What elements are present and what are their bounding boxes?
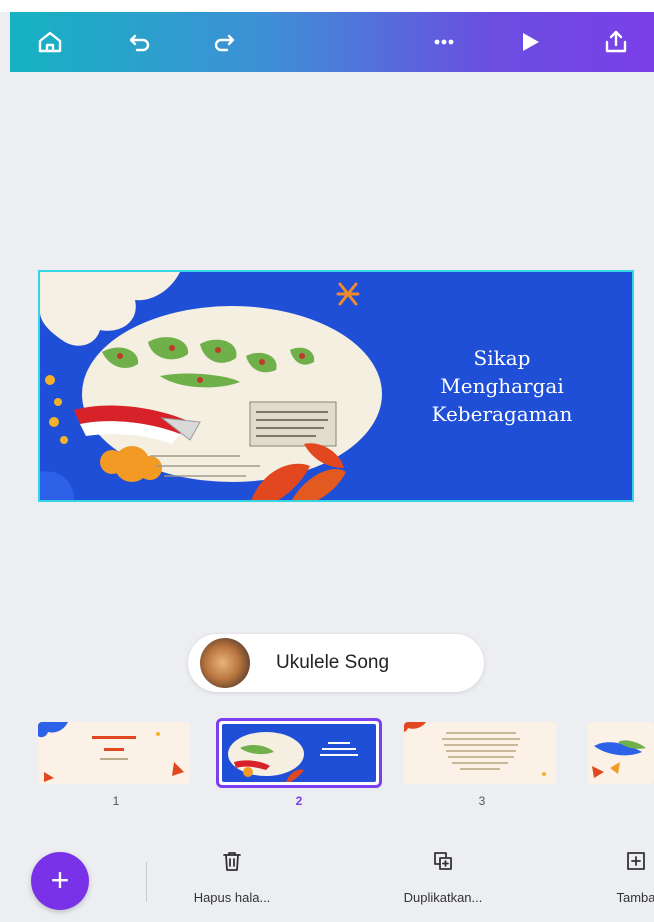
- page-thumbnail-1[interactable]: [38, 722, 190, 784]
- thumbnail-artwork: [592, 740, 646, 778]
- slide-title-line-2: Menghargai: [440, 374, 564, 398]
- trash-icon: [223, 852, 241, 871]
- page-thumbnail-2[interactable]: [216, 718, 382, 788]
- divider: [146, 862, 147, 902]
- duplicate-icon: [434, 852, 452, 870]
- page-thumbnail-4[interactable]: [588, 722, 654, 784]
- music-title: Ukulele Song: [276, 652, 390, 673]
- present-button[interactable]: [512, 24, 548, 60]
- spark-decor: [336, 282, 360, 306]
- thumbnail-artwork: [404, 722, 546, 776]
- thumbnail-artwork: [228, 732, 358, 782]
- decor-dot: [45, 375, 55, 385]
- decor-dot: [60, 436, 68, 444]
- more-icon: [434, 39, 454, 45]
- map-text-box: [249, 401, 337, 447]
- thumbnail-artwork: [38, 722, 184, 782]
- undo-button[interactable]: [122, 24, 158, 60]
- add-page-label: Tamba: [616, 890, 654, 905]
- page-thumbnails: 1 2 3: [0, 716, 654, 808]
- page-number-2: 2: [295, 794, 303, 808]
- page-thumbnail-3[interactable]: [404, 722, 556, 784]
- add-page-icon: [627, 852, 645, 870]
- music-chip[interactable]: Ukulele Song: [188, 634, 484, 692]
- page-number-1: 1: [112, 794, 120, 808]
- decor-blob: [40, 471, 74, 500]
- add-element-button[interactable]: +: [31, 852, 89, 910]
- bottom-action-bar: + Hapus hala... Duplikatkan... Tamba: [0, 820, 654, 922]
- home-button[interactable]: [32, 24, 68, 60]
- slide-title-line-3: Keberagaman: [431, 402, 573, 426]
- status-area: [0, 0, 654, 12]
- undo-icon: [129, 34, 150, 52]
- delete-page-button[interactable]: Hapus hala...: [172, 850, 292, 905]
- play-icon: [523, 33, 539, 51]
- editor-toolbar: [10, 12, 654, 72]
- duplicate-page-label: Duplikatkan...: [403, 890, 483, 905]
- duplicate-page-button[interactable]: Duplikatkan...: [368, 850, 518, 905]
- add-page-button[interactable]: Tamba: [596, 850, 654, 905]
- delete-page-label: Hapus hala...: [193, 890, 271, 905]
- decor-dot: [49, 417, 59, 427]
- slide-canvas[interactable]: Sikap Menghargai Keberagaman: [38, 270, 634, 502]
- redo-button[interactable]: [206, 24, 242, 60]
- share-icon: [605, 30, 627, 53]
- share-button[interactable]: [598, 24, 634, 60]
- slide-title[interactable]: Sikap Menghargai Keberagaman: [412, 344, 592, 428]
- music-thumbnail: [200, 638, 250, 688]
- decor-dot: [54, 398, 62, 406]
- more-button[interactable]: [426, 24, 462, 60]
- page-number-3: 3: [478, 794, 486, 808]
- redo-icon: [214, 34, 235, 52]
- slide-title-line-1: Sikap: [473, 346, 531, 370]
- home-icon: [38, 31, 62, 53]
